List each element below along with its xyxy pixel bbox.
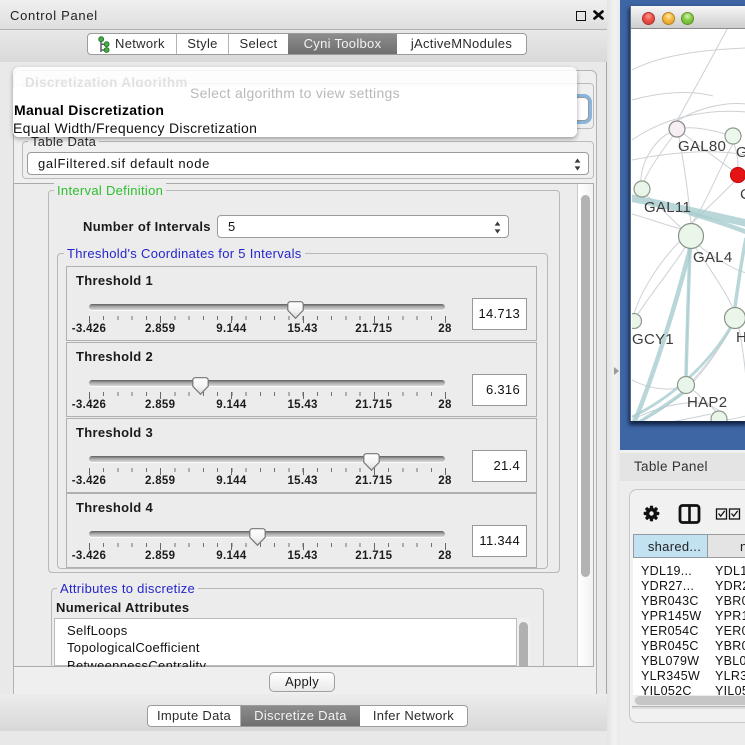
- svg-text:CRM1: CRM1: [740, 186, 745, 203]
- svg-text:HIS7: HIS7: [736, 329, 745, 346]
- svg-text:GAL4: GAL4: [693, 249, 733, 266]
- svg-text:GAL80: GAL80: [678, 138, 726, 155]
- svg-text:HAP2: HAP2: [687, 394, 727, 411]
- svg-text:GCY1: GCY1: [632, 331, 674, 348]
- svg-text:GAL3: GAL3: [736, 144, 745, 161]
- svg-text:GAL11: GAL11: [644, 199, 691, 216]
